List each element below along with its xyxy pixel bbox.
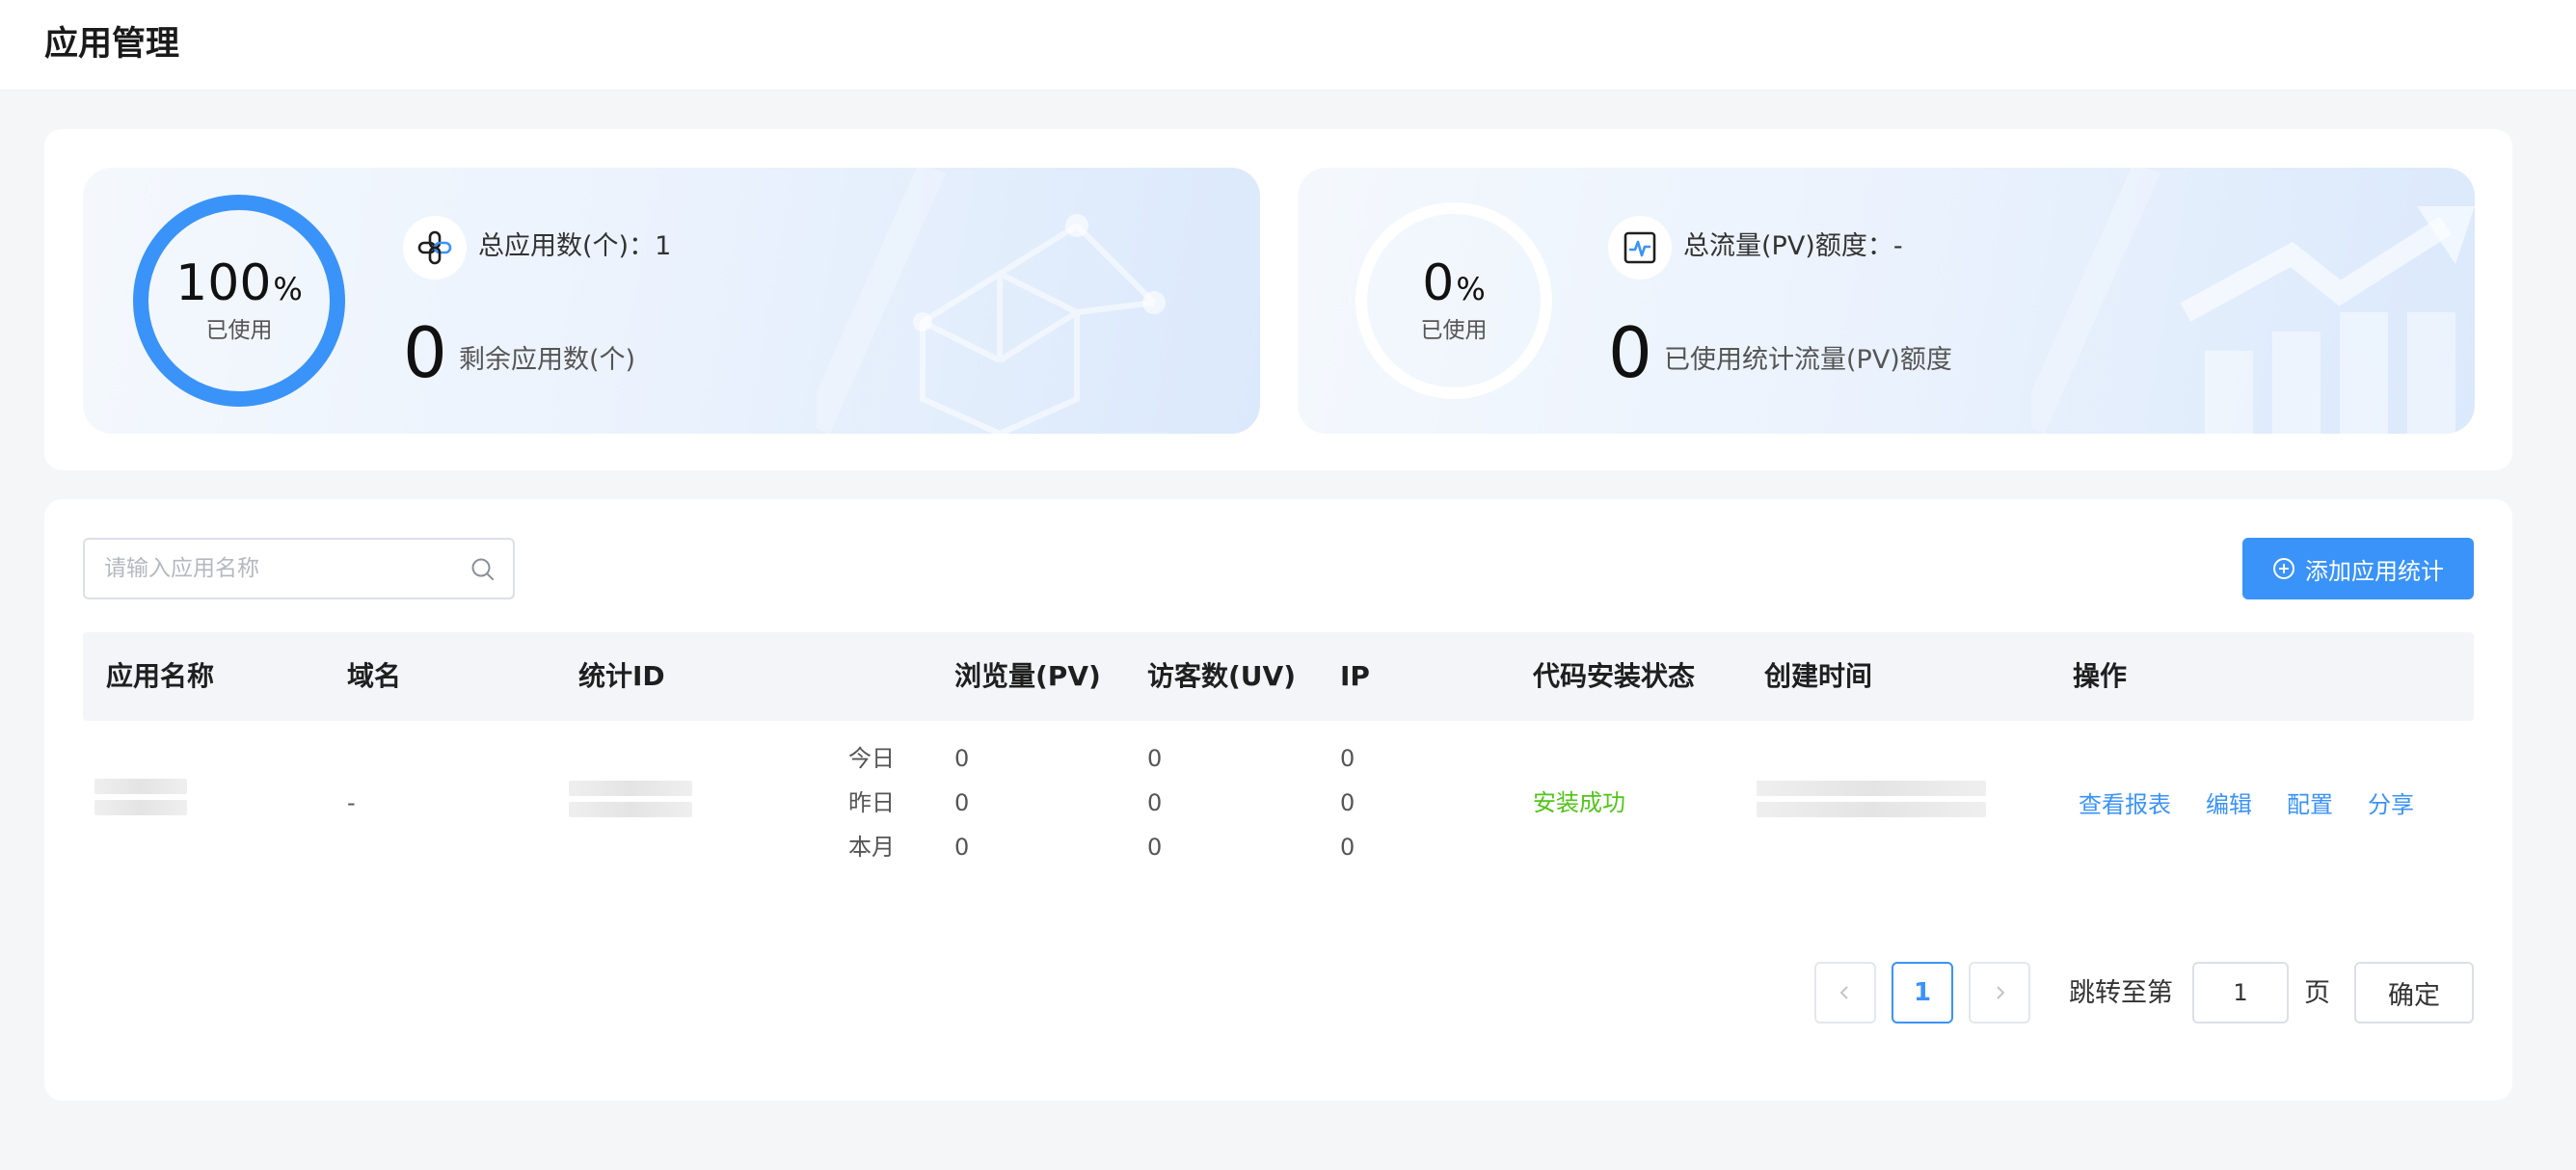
pv-yesterday: 0: [954, 789, 970, 816]
stat-id-redacted: [569, 781, 692, 796]
page-number-current[interactable]: 1: [1892, 962, 1953, 1024]
plus-circle-icon: [2273, 558, 2294, 579]
col-app-name: 应用名称: [106, 660, 215, 692]
ip-month: 0: [1340, 834, 1355, 861]
add-app-button-label: 添加应用统计: [2305, 557, 2444, 585]
stat-id-redacted: [569, 802, 692, 817]
page-title: 应用管理: [44, 25, 180, 64]
remaining-apps-value: 0: [403, 312, 447, 393]
period-today: 今日: [848, 745, 895, 772]
prev-page-button[interactable]: [1814, 962, 1876, 1024]
next-page-button[interactable]: [1969, 962, 2030, 1024]
install-status-badge: 安装成功: [1533, 789, 1625, 816]
page-header: 应用管理: [0, 0, 2576, 91]
total-pv-label: 总流量(PV)额度：: [1683, 231, 1893, 261]
pv-usage-label: 已使用: [1420, 318, 1488, 343]
pv-usage-ring: 0% 已使用: [1354, 200, 1554, 401]
apps-icon: [403, 216, 467, 279]
percent-sign: %: [273, 271, 303, 307]
percent-sign: %: [1456, 271, 1486, 307]
growth-chart-decoration-icon: [2031, 168, 2475, 434]
create-time-redacted: [1757, 802, 1986, 817]
col-ip: IP: [1340, 660, 1370, 692]
create-time-redacted: [1757, 781, 1986, 796]
jump-page-input[interactable]: [2192, 962, 2289, 1024]
col-domain: 域名: [347, 660, 402, 692]
col-pv: 浏览量(PV): [954, 660, 1101, 692]
search-input[interactable]: [104, 549, 461, 588]
app-usage-label: 已使用: [205, 318, 273, 343]
total-pv-quota: 总流量(PV)额度：-: [1683, 229, 1903, 264]
total-apps-label: 总应用数(个)：: [478, 231, 656, 261]
chevron-left-icon: [1839, 986, 1848, 999]
total-apps-value: 1: [655, 231, 672, 261]
app-usage-percent: 100%: [131, 253, 347, 320]
col-actions: 操作: [2073, 660, 2128, 692]
table-header: 应用名称 域名 统计ID 浏览量(PV) 访客数(UV) IP 代码安装状态 创…: [83, 632, 2474, 721]
page-unit-label: 页: [2304, 978, 2330, 1008]
pv-usage-percent-value: 0: [1422, 254, 1455, 312]
uv-month: 0: [1147, 834, 1163, 861]
used-pv-label: 已使用统计流量(PV)额度: [1664, 345, 1952, 375]
jump-label: 跳转至第: [2069, 978, 2173, 1008]
pv-usage-percent: 0%: [1354, 253, 1554, 320]
add-app-button[interactable]: 添加应用统计: [2242, 538, 2474, 599]
pv-month: 0: [954, 834, 970, 861]
app-name-redacted: [94, 800, 187, 815]
uv-yesterday: 0: [1147, 789, 1163, 816]
edit-link[interactable]: 编辑: [2206, 790, 2252, 819]
traffic-chart-icon: [1608, 216, 1672, 279]
view-report-link[interactable]: 查看报表: [2079, 790, 2171, 819]
quota-stats-card: 100% 已使用 总应用数(个)：1 0 剩余应用数(个) 0% 已使用 总流量…: [44, 129, 2512, 470]
app-name-redacted: [94, 779, 187, 794]
app-list-card: 添加应用统计 应用名称 域名 统计ID 浏览量(PV) 访客数(UV) IP 代…: [44, 499, 2512, 1101]
total-pv-value: -: [1892, 231, 1903, 261]
app-usage-ring: 100% 已使用: [131, 193, 347, 409]
domain-cell: -: [347, 789, 356, 816]
config-link[interactable]: 配置: [2287, 790, 2333, 819]
chevron-right-icon: [1997, 986, 2005, 999]
search-box: [83, 538, 515, 599]
col-stat-id: 统计ID: [578, 660, 665, 692]
col-uv: 访客数(UV): [1147, 660, 1297, 692]
ip-today: 0: [1340, 745, 1355, 772]
confirm-jump-button[interactable]: 确定: [2354, 962, 2474, 1024]
col-install-status: 代码安装状态: [1533, 660, 1696, 692]
total-apps: 总应用数(个)：1: [478, 229, 671, 264]
ip-yesterday: 0: [1340, 789, 1355, 816]
pv-quota-panel: 0% 已使用 总流量(PV)额度：- 0 已使用统计流量(PV)额度: [1298, 168, 2475, 434]
uv-today: 0: [1147, 745, 1163, 772]
app-quota-panel: 100% 已使用 总应用数(个)：1 0 剩余应用数(个): [83, 168, 1260, 434]
col-create-time: 创建时间: [1764, 660, 1873, 692]
used-pv-value: 0: [1608, 312, 1652, 393]
period-month: 本月: [848, 834, 895, 861]
share-link[interactable]: 分享: [2368, 790, 2414, 819]
search-icon[interactable]: [470, 557, 496, 582]
cube-decoration-icon: [817, 168, 1166, 434]
remaining-apps-label: 剩余应用数(个): [459, 345, 636, 375]
period-yesterday: 昨日: [848, 789, 895, 816]
app-usage-percent-value: 100: [175, 254, 272, 312]
pv-today: 0: [954, 745, 970, 772]
